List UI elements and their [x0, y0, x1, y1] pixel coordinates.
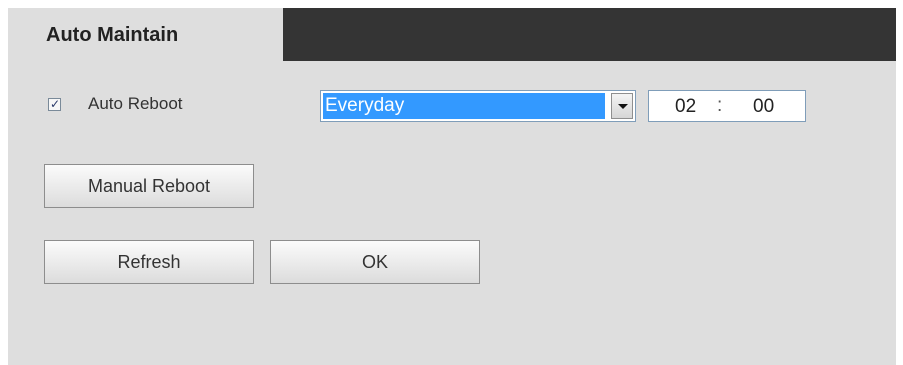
- auto-reboot-label: Auto Reboot: [88, 94, 183, 113]
- panel-title: Auto Maintain: [46, 24, 179, 46]
- reboot-time-field: 02 : 00: [648, 90, 806, 122]
- chevron-down-icon[interactable]: [611, 93, 633, 119]
- ok-button[interactable]: OK: [270, 240, 480, 284]
- reboot-minute-input[interactable]: 00: [753, 96, 783, 118]
- reboot-frequency-value: Everyday: [323, 93, 605, 119]
- auto-reboot-checkbox[interactable]: ✓: [48, 97, 61, 111]
- reboot-frequency-select[interactable]: Everyday: [320, 90, 636, 122]
- auto-maintain-panel: Auto Maintain ✓ Auto Reboot Everyday 02 …: [8, 8, 896, 365]
- time-separator: :: [717, 95, 723, 116]
- tab-auto-maintain[interactable]: Auto Maintain: [8, 8, 283, 61]
- refresh-button[interactable]: Refresh: [44, 240, 254, 284]
- reboot-hour-input[interactable]: 02: [675, 96, 705, 118]
- checkbox-checked-icon: ✓: [49, 97, 61, 111]
- manual-reboot-button[interactable]: Manual Reboot: [44, 164, 254, 208]
